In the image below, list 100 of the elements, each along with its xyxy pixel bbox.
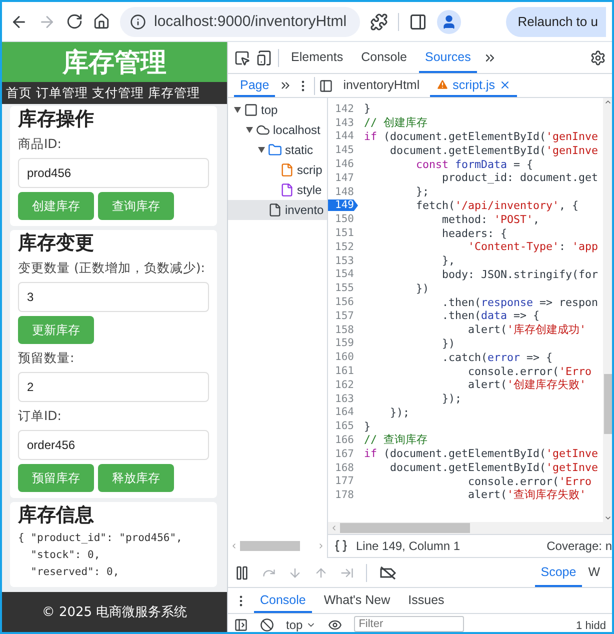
line-number[interactable]: 152 [328, 240, 358, 253]
line-number[interactable]: 168 [328, 462, 358, 474]
navigator-tab[interactable]: Page [234, 74, 276, 97]
cloud-icon [256, 123, 270, 137]
action-button[interactable]: 释放库存 [98, 464, 174, 492]
expand-arrow-icon[interactable] [246, 127, 253, 133]
line-number[interactable]: 178 [328, 489, 358, 502]
relaunch-button[interactable]: Relaunch to u [506, 6, 606, 36]
line-number[interactable]: 166 [328, 434, 358, 446]
close-icon[interactable] [499, 78, 511, 90]
line-number[interactable]: 148 [328, 186, 358, 198]
code-line: // 查询库存 [363, 433, 428, 448]
pretty-print-icon[interactable] [334, 539, 348, 553]
code-line: }, [441, 254, 456, 268]
nav-link[interactable]: 首页 [6, 84, 32, 102]
line-number[interactable]: 149 [328, 199, 358, 212]
scrollbar[interactable] [328, 522, 612, 534]
device-toolbar-icon[interactable] [256, 50, 272, 66]
sidebar-tab[interactable]: W [582, 558, 606, 587]
line-number[interactable]: 161 [328, 365, 358, 378]
action-button[interactable]: 更新库存 [18, 316, 94, 344]
line-number[interactable]: 151 [328, 227, 358, 240]
line-number[interactable]: 157 [328, 310, 358, 322]
line-number[interactable]: 158 [328, 324, 358, 336]
line-number[interactable]: 159 [328, 337, 358, 350]
profile-icon[interactable] [437, 10, 461, 34]
expand-arrow-icon[interactable] [258, 147, 265, 153]
section-heading: 库存变更 [18, 232, 95, 254]
input-field[interactable]: order456 [18, 430, 209, 460]
nav-link[interactable]: 订单管理 [36, 84, 88, 102]
line-number[interactable]: 143 [328, 116, 358, 129]
nav-link[interactable]: 库存管理 [148, 84, 200, 102]
tree-item[interactable]: style [228, 180, 327, 200]
line-number[interactable]: 156 [328, 296, 358, 308]
line-number[interactable]: 160 [328, 351, 358, 364]
scroll-left-icon[interactable] [230, 542, 238, 550]
line-number[interactable]: 147 [328, 172, 358, 184]
line-number[interactable]: 154 [328, 268, 358, 280]
line-number[interactable]: 153 [328, 254, 358, 267]
deactivate-breakpoints-icon[interactable] [379, 566, 397, 580]
eye-icon[interactable] [328, 618, 342, 632]
tree-item[interactable]: static [228, 140, 327, 160]
tree-item[interactable]: top [228, 100, 327, 120]
line-number[interactable]: 150 [328, 213, 358, 226]
inspect-icon[interactable] [234, 50, 250, 66]
settings-icon[interactable] [590, 50, 606, 66]
line-number[interactable]: 146 [328, 158, 358, 170]
address-bar[interactable]: localhost:9000/inventoryHtml [120, 6, 360, 36]
panel-tab[interactable]: Elements [285, 42, 350, 73]
context-dropdown[interactable]: top [286, 618, 316, 632]
filter-field[interactable]: Filter [354, 616, 464, 632]
drawer-tab[interactable]: Console [254, 588, 312, 613]
file-tab[interactable]: inventoryHtml [337, 74, 426, 97]
code-line: document.getElementById('genInve [389, 144, 598, 157]
action-button[interactable]: 查询库存 [98, 192, 174, 220]
input-field[interactable]: prod456 [18, 158, 209, 188]
line-number[interactable]: 165 [328, 420, 358, 432]
side-panel-icon[interactable] [409, 12, 427, 30]
tree-item[interactable]: scrip [228, 160, 327, 180]
tree-item[interactable]: localhost [228, 120, 327, 140]
reload-icon[interactable] [66, 13, 83, 30]
tree-label: style [297, 183, 322, 197]
line-number[interactable]: 162 [328, 378, 358, 391]
pause-icon[interactable] [234, 564, 250, 580]
tree-item[interactable]: invento [228, 200, 327, 220]
line-number[interactable]: 144 [328, 130, 358, 142]
input-field[interactable]: 2 [18, 372, 209, 402]
info-icon[interactable] [130, 14, 146, 30]
code-line: method: 'POST', [441, 212, 540, 226]
input-field[interactable]: 3 [18, 282, 209, 312]
code-line: if (document.getElementById('genInve [363, 130, 598, 143]
panel-tab[interactable]: Console [355, 42, 413, 73]
drawer-tab[interactable]: Issues [402, 588, 450, 613]
home-icon[interactable] [93, 13, 110, 30]
sidebar-tab[interactable]: Scope [534, 558, 582, 587]
line-number[interactable]: 142 [328, 102, 358, 115]
line-number[interactable]: 163 [328, 392, 358, 405]
line-number[interactable]: 145 [328, 144, 358, 156]
line-number[interactable]: 167 [328, 448, 358, 460]
line-number[interactable]: 177 [328, 475, 358, 488]
action-button[interactable]: 预留库存 [18, 464, 94, 492]
scroll-up-icon[interactable] [604, 98, 612, 106]
scroll-down-icon[interactable] [604, 514, 612, 522]
line-number[interactable]: 164 [328, 406, 358, 418]
file-tab[interactable]: script.js [430, 74, 517, 97]
action-button[interactable]: 创建库存 [18, 192, 94, 220]
field-label: 变更数量 (正数增加，负数减少): [18, 259, 206, 277]
scroll-thumb[interactable] [604, 374, 612, 434]
clear-console-icon[interactable] [260, 618, 274, 632]
scroll-right-icon[interactable] [317, 542, 325, 550]
toggle-navigator-icon[interactable] [319, 78, 334, 92]
line-number[interactable]: 155 [328, 282, 358, 294]
sidebar-toggle-icon[interactable] [234, 618, 248, 632]
drawer-tab[interactable]: What's New [318, 588, 396, 613]
expand-arrow-icon[interactable] [234, 107, 241, 113]
nav-link[interactable]: 支付管理 [92, 84, 144, 102]
scrollbar[interactable] [603, 98, 612, 522]
extensions-icon[interactable] [370, 12, 388, 30]
panel-tab[interactable]: Sources [418, 42, 477, 73]
page-footer: © 2025 电商微服务系统 [2, 592, 227, 632]
